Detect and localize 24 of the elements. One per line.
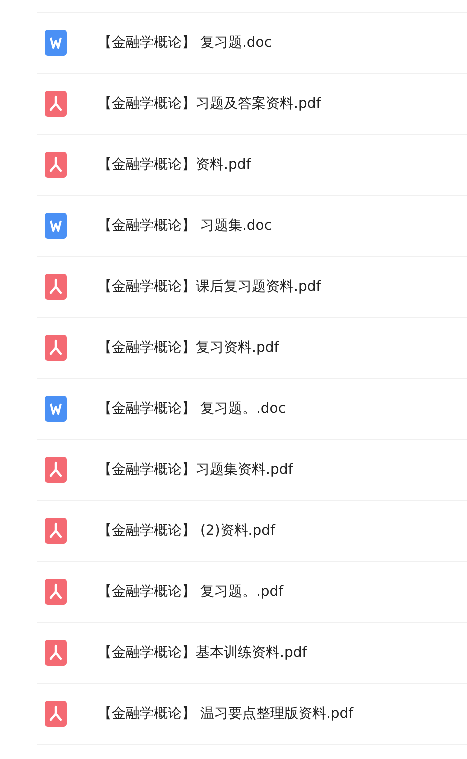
file-link[interactable]: 【金融学概论】 复习题。.doc [98,400,286,418]
file-link[interactable]: 【金融学概论】 温习要点整理版资料.pdf [98,705,354,723]
file-link[interactable]: 【金融学概论】复习资料.pdf [98,339,280,357]
pdf-file-icon [45,91,67,117]
file-link[interactable]: 【金融学概论】资料.pdf [98,156,252,174]
file-link[interactable]: 【金融学概论】 习题集.doc [98,217,272,235]
pdf-file-icon [45,457,67,483]
file-link[interactable]: 【金融学概论】基本训练资料.pdf [98,644,308,662]
word-file-icon [45,396,67,422]
file-link[interactable]: 【金融学概论】习题集资料.pdf [98,461,294,479]
pdf-file-icon [45,518,67,544]
file-link[interactable]: 【金融学概论】 复习题.doc [98,34,272,52]
pdf-file-icon [45,701,67,727]
file-link[interactable]: 【金融学概论】课后复习题资料.pdf [98,278,322,296]
word-file-icon [45,30,67,56]
pdf-file-icon [45,152,67,178]
file-link[interactable]: 【金融学概论】 (2)资料.pdf [98,522,276,540]
word-file-icon [45,213,67,239]
pdf-file-icon [45,335,67,361]
pdf-file-icon [45,640,67,666]
pdf-file-icon [45,579,67,605]
file-link[interactable]: 【金融学概论】习题及答案资料.pdf [98,95,322,113]
file-link[interactable]: 【金融学概论】 复习题。.pdf [98,583,284,601]
pdf-file-icon [45,274,67,300]
